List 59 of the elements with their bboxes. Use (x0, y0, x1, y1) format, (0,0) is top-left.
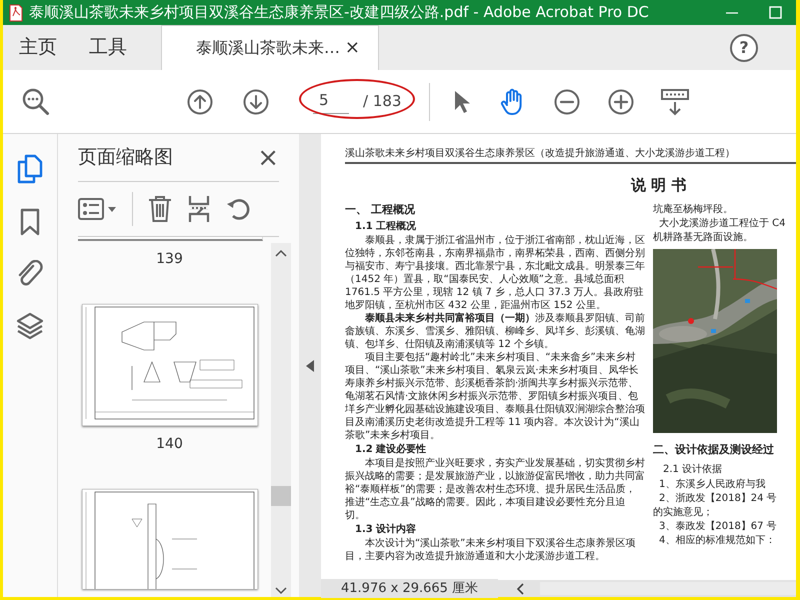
scroll-down-icon[interactable] (275, 587, 287, 595)
tab-label[interactable]: 泰顺溪山茶歌未来… (196, 36, 340, 60)
scroll-left-icon[interactable] (516, 582, 524, 594)
panel-title: 页面缩略图 (78, 145, 173, 170)
document-title: 说 明 书 (631, 176, 686, 194)
maximize-icon[interactable] (769, 6, 782, 19)
help-button[interactable]: ? (730, 34, 758, 62)
nav-tab[interactable]: 工具 (73, 25, 143, 70)
subsection-heading: 1.2 建设必要性 (354, 442, 428, 456)
layers-icon[interactable] (16, 312, 44, 340)
text-line: 坑庵至杨梅坪段。 (653, 202, 734, 216)
subsection-heading: 2.1 设计依据 (662, 462, 724, 476)
page-thumbnail[interactable] (82, 489, 258, 589)
close-panel-button[interactable]: × (257, 144, 279, 170)
options-icon[interactable] (78, 198, 118, 220)
pdf-file-icon (9, 4, 23, 22)
trash-icon[interactable] (147, 195, 173, 223)
insert-pages-icon[interactable] (187, 195, 211, 223)
paragraph: 本项目是按照产业兴旺要求，夯实产业发展基础，切实贯彻乡村振兴战略的需要；是发展旅游产业，以旅游促富民增收，助力共同富裕“泰顺样板”的需要；是改善农村生态环境、提升居民生活品质，推进“生态立县”战略的需要。因此，本项目建设必要性充分且迫切。 (345, 456, 645, 522)
page-up-icon[interactable] (187, 88, 213, 114)
close-tab-button[interactable]: × (344, 39, 360, 57)
collapse-arrow-icon[interactable] (306, 360, 314, 372)
paragraph: 本次设计为“溪山茶歌”未来乡村项目下双溪谷生态康养景区项目，主要内容为改造提升旅游通道和大小龙溪游步道工程。 (345, 536, 636, 562)
bookmark-icon[interactable] (20, 208, 40, 236)
window-title: 泰顺溪山茶歌未来乡村项目双溪谷生态康养景区-改建四级公路.pdf - Adobe Acrobat Pro DC (29, 2, 649, 24)
text-line: 机耕路基无路面设施。 (653, 230, 754, 244)
text-line: 4、相应的标准规范如下： (658, 534, 776, 548)
page-number-field[interactable]: 5 (313, 89, 349, 114)
scroll-mode-icon[interactable] (660, 88, 690, 116)
document-tab[interactable]: 泰顺溪山茶歌未来… × (161, 25, 379, 70)
page-down-icon[interactable] (243, 88, 269, 114)
pages-icon[interactable] (17, 154, 43, 184)
text-line: 大小龙溪游步道工程位于 C4 (658, 216, 787, 230)
paragraph: 项目主要包括“趣村岭北”未来乡村项目、“未来畲乡”未来乡村项目、“溪山茶歌”未来乡村项目、氡泉云岚·未来乡村项目、凤华长寿康养乡村振兴示范带、彭溪栀香茶韵·浙闽共享乡村振兴示范带、龟湖茗石风情·文旅休闲乡村振兴示范带、罗阳镇乡村振兴项目、包垟乡产业孵化园基础设施建设项目、泰顺县仕阳镇双涧湖综合整治项目及南浦溪历史老街改造提升工程等 11 项内容。本次设计为“溪山茶歌”未来乡村项目。 (345, 350, 645, 442)
horizontal-scrollbar[interactable] (540, 582, 796, 595)
text-line: 的实施意见； (653, 506, 714, 520)
scrollbar-thumb[interactable] (271, 486, 291, 506)
nav-tab[interactable]: 主页 (3, 25, 73, 70)
page-number: 139 (156, 250, 183, 269)
section-heading: 一、 工程概况 (345, 202, 416, 216)
page-count: / 183 (363, 91, 402, 112)
scroll-up-icon[interactable] (275, 249, 287, 257)
page-number: 140 (156, 435, 183, 454)
text-line: 1、东溪乡人民政府与我 (658, 478, 766, 492)
paragraph: 泰顺县未来乡村共同富裕项目（一期）涉及泰顺县罗阳镇、司前畲族镇、东溪乡、雪溪乡、雅阳镇、柳峰乡、凤垟乡、彭溪镇、龟湖镇、包垟乡、仕阳镇及南浦溪镇等 12 个乡镇。 (345, 312, 645, 350)
text-line: 3、泰政发【2018】67 号 (658, 520, 778, 534)
page-thumbnail[interactable] (82, 304, 258, 426)
zoom-in-icon[interactable] (608, 88, 634, 114)
subsection-heading: 1.3 设计内容 (354, 522, 418, 536)
zoom-out-icon[interactable] (554, 88, 580, 114)
page-size-label: 41.976 x 29.665 厘米 (321, 578, 498, 598)
page-header: 溪山茶歌未来乡村项目双溪谷生态康养景区（改造提升旅游通道、大小龙溪游步道工程） (345, 146, 796, 164)
paperclip-icon[interactable] (17, 260, 43, 288)
section-heading: 二、设计依据及测设经过 (653, 442, 775, 456)
zoom-search-icon[interactable] (21, 86, 51, 116)
subsection-heading: 1.1 工程概况 (354, 220, 418, 232)
pointer-icon[interactable] (452, 88, 472, 114)
paragraph: 泰顺县，隶属于浙江省温州市，位于浙江省南部，枕山近海，区位独特，东邻苍南县，东南界福鼎市，南界柘荣县，西南、西侧分别与福安市、寿宁县接壤。西北靠景宁县，东北毗文成县。明景泰三年（1452 年）置县，取“国泰民安、人心效顺”之意。县域总面积 1761.5 平方公里，现辖 12 镇 7 乡，总人口 37.3 万人。县政府驻地罗阳镇，至杭州市区 432 公里，距温州市区 152 公里。 (345, 234, 645, 312)
text-line: 2、浙政发【2018】24 号 (658, 492, 778, 506)
